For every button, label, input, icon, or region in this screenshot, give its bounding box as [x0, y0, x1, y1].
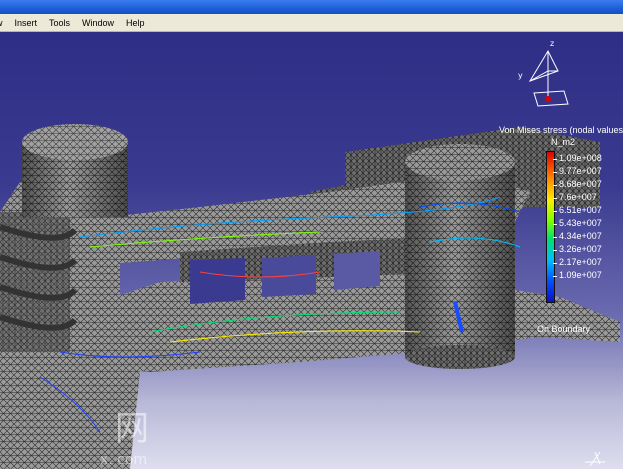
legend-tick [553, 237, 557, 238]
legend-unit: N_m2 [551, 137, 576, 147]
legend-tick [553, 198, 557, 199]
legend-value: 3.26e+007 [559, 244, 602, 254]
legend-tick [553, 185, 557, 186]
left-cylinder [0, 124, 140, 469]
menu-help[interactable]: Help [120, 14, 151, 32]
legend-value: 1.09e+007 [559, 270, 602, 280]
compass-y-label: y [518, 71, 523, 80]
menu-insert[interactable]: Insert [9, 14, 44, 32]
legend-boundary-label: On Boundary [537, 324, 591, 334]
legend-value: 7.6e+007 [559, 192, 597, 202]
legend-value: 9.77e+007 [559, 166, 602, 176]
3d-viewport[interactable]: z y Von Mises stress (nodal values) N_m2… [0, 32, 623, 469]
legend-color-bar [546, 151, 555, 303]
legend-tick [553, 159, 557, 160]
legend-title: Von Mises stress (nodal values) [499, 125, 623, 135]
legend-value: 6.51e+007 [559, 205, 602, 215]
menu-tools[interactable]: Tools [43, 14, 76, 32]
window-title-bar [0, 0, 623, 14]
legend-tick [553, 224, 557, 225]
legend-tick [553, 172, 557, 173]
menu-window[interactable]: Window [76, 14, 120, 32]
legend-value: 2.17e+007 [559, 257, 602, 267]
legend-value: 8.68e+007 [559, 179, 602, 189]
legend-tick [553, 250, 557, 251]
legend-tick [553, 263, 557, 264]
menu-view[interactable]: w [0, 14, 9, 32]
legend-value: 5.43e+007 [559, 218, 602, 228]
compass-z-label: z [550, 39, 554, 48]
menu-bar: w Insert Tools Window Help [0, 14, 623, 32]
legend-value: 1.09e+008 [559, 153, 602, 163]
legend-tick [553, 276, 557, 277]
legend-value: 4.34e+007 [559, 231, 602, 241]
legend-tick [553, 211, 557, 212]
stress-legend: Von Mises stress (nodal values) N_m2 1.0… [495, 125, 623, 334]
compass-icon[interactable]: z y [510, 36, 570, 116]
